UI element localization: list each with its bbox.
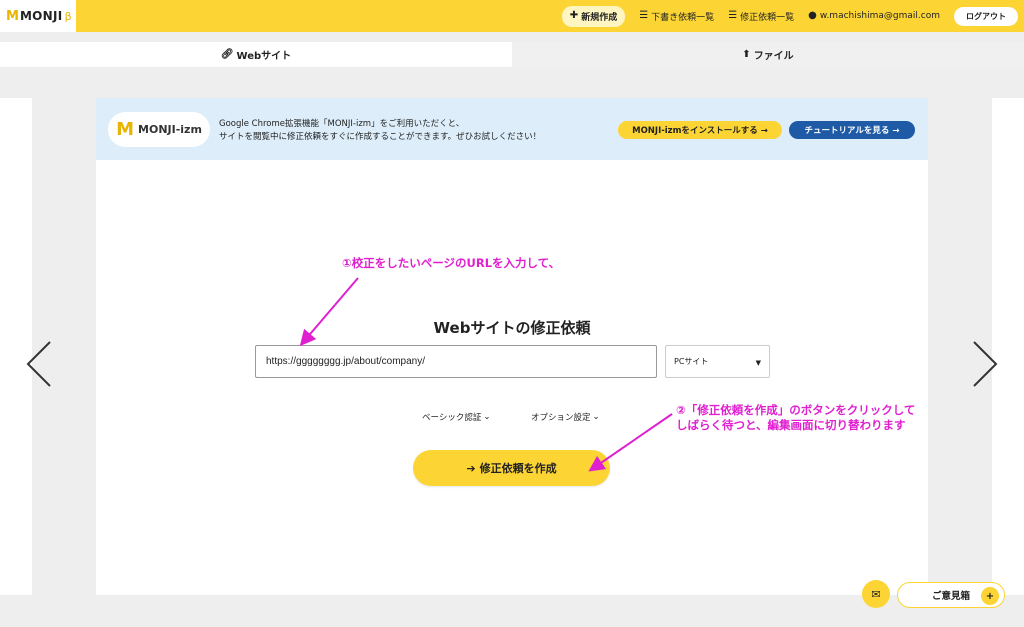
drafts-label: 下書き依頼一覧 bbox=[651, 12, 715, 23]
app-header: M MONJI β ✚ 新規作成 ☰ 下書き依頼一覧 ☰ 修正依頼一覧 ● w.… bbox=[0, 0, 1024, 32]
url-input[interactable] bbox=[255, 345, 657, 378]
list-icon: ☰ bbox=[728, 10, 738, 21]
requests-link[interactable]: ☰ 修正依頼一覧 bbox=[728, 10, 794, 23]
banner-description: Google Chrome拡張機能「MONJI-izm」をご利用いただくと、 サ… bbox=[219, 118, 541, 144]
tab-file[interactable]: ⬆ ファイル bbox=[512, 42, 1024, 67]
user-account[interactable]: ● w.machishima@gmail.com bbox=[808, 10, 940, 22]
logo-text: MONJI bbox=[19, 9, 63, 23]
caret-down-icon: ▼ bbox=[755, 359, 761, 367]
arrow-right-icon: ➔ bbox=[466, 461, 476, 475]
device-select-value: PCサイト bbox=[674, 357, 709, 366]
tab-website-label: Webサイト bbox=[236, 51, 292, 62]
user-icon: ● bbox=[808, 10, 817, 21]
monji-izm-logo: M MONJI-izm bbox=[108, 112, 210, 147]
chevron-right-icon[interactable] bbox=[970, 340, 1000, 388]
options-label: オプション設定 bbox=[531, 413, 591, 423]
options-toggle[interactable]: オプション設定 ⌄ bbox=[531, 411, 600, 423]
source-tabs: 🔗︎ Webサイト ⬆ ファイル bbox=[0, 42, 1024, 67]
plus-icon: + bbox=[981, 587, 999, 605]
requests-label: 修正依頼一覧 bbox=[740, 12, 795, 23]
list-icon: ☰ bbox=[639, 10, 649, 21]
annotation-step-2: ②「修正依頼を作成」のボタンをクリックして しばらく待つと、編集画面に切り替わり… bbox=[676, 403, 915, 433]
new-request-label: 新規作成 bbox=[581, 12, 618, 23]
annotation-step-2-line-2: しばらく待つと、編集画面に切り替わります bbox=[676, 418, 906, 432]
tab-file-label: ファイル bbox=[753, 51, 794, 62]
main-card: M MONJI-izm Google Chrome拡張機能「MONJI-izm」… bbox=[96, 98, 928, 595]
chevron-down-icon: ⌄ bbox=[592, 412, 600, 422]
plus-icon: ✚ bbox=[569, 10, 579, 21]
feedback-label: ご意見箱 bbox=[931, 591, 970, 602]
upload-icon: ⬆ bbox=[742, 49, 751, 60]
mail-icon: ✉ bbox=[871, 587, 881, 601]
extension-banner: M MONJI-izm Google Chrome拡張機能「MONJI-izm」… bbox=[96, 98, 928, 160]
annotation-step-2-line-1: ②「修正依頼を作成」のボタンをクリックして bbox=[676, 403, 916, 417]
device-select[interactable]: PCサイト ▼ bbox=[665, 345, 770, 378]
tab-website[interactable]: 🔗︎ Webサイト bbox=[0, 42, 512, 67]
contact-mail-button[interactable]: ✉ bbox=[862, 580, 890, 608]
logout-button[interactable]: ログアウト bbox=[954, 6, 1018, 26]
create-request-button[interactable]: ➔ 修正依頼を作成 bbox=[413, 450, 610, 486]
new-request-button[interactable]: ✚ 新規作成 bbox=[561, 5, 626, 27]
chevron-left-icon[interactable] bbox=[24, 340, 54, 388]
basic-auth-toggle[interactable]: ベーシック認証 ⌄ bbox=[422, 411, 490, 423]
logo-mark: M bbox=[6, 8, 19, 24]
annotation-step-1: ①校正をしたいページのURLを入力して、 bbox=[342, 256, 561, 270]
link-icon: 🔗︎ bbox=[220, 49, 234, 60]
monji-izm-mark: M bbox=[116, 119, 135, 140]
header-nav: ✚ 新規作成 ☰ 下書き依頼一覧 ☰ 修正依頼一覧 ● w.machishima… bbox=[561, 0, 1018, 32]
feedback-box-button[interactable]: ご意見箱 + bbox=[897, 582, 1005, 608]
tutorial-button[interactable]: チュートリアルを見る → bbox=[789, 121, 915, 139]
chevron-down-icon: ⌄ bbox=[483, 412, 491, 422]
banner-line-2: サイトを閲覧中に修正依頼をすぐに作成することができます。ぜひお試しください！ bbox=[219, 132, 542, 142]
page-title: Webサイトの修正依頼 bbox=[433, 319, 591, 337]
user-email: w.machishima@gmail.com bbox=[819, 11, 940, 21]
drafts-link[interactable]: ☰ 下書き依頼一覧 bbox=[639, 10, 714, 23]
banner-line-1: Google Chrome拡張機能「MONJI-izm」をご利用いただくと、 bbox=[219, 119, 465, 129]
app-logo[interactable]: M MONJI β bbox=[0, 0, 76, 32]
install-extension-button[interactable]: MONJI-izmをインストールする → bbox=[618, 121, 782, 139]
monji-izm-text: MONJI-izm bbox=[138, 123, 202, 136]
logo-beta: β bbox=[64, 9, 72, 23]
basic-auth-label: ベーシック認証 bbox=[422, 413, 482, 423]
create-request-label: 修正依頼を作成 bbox=[479, 462, 557, 475]
